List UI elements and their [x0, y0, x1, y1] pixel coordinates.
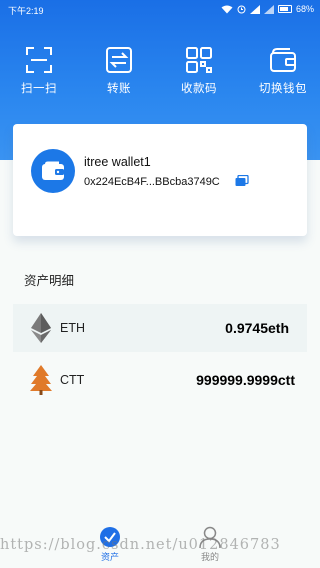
asset-symbol: CTT — [60, 373, 85, 387]
wallet-name: itree wallet1 — [84, 155, 151, 169]
battery-icon — [277, 5, 292, 13]
status-bar: 下午2:19 68% — [0, 0, 320, 20]
status-time: 下午2:19 — [8, 6, 44, 16]
switch-wallet-icon — [270, 48, 296, 72]
eth-icon — [31, 313, 51, 343]
qr-code-icon — [186, 47, 212, 73]
quick-actions: 扫一扫 转账 收款码 切换钱包 — [0, 46, 320, 102]
wallet-address: 0x224EcB4F...BBcba3749C — [84, 176, 220, 188]
asset-row-eth[interactable]: ETH 0.9745eth — [13, 304, 307, 352]
status-indicators: 68% — [221, 4, 314, 14]
receive-qr-button[interactable]: 收款码 — [164, 46, 234, 96]
transfer-label: 转账 — [107, 83, 131, 95]
asset-balance: 999999.9999ctt — [196, 372, 295, 388]
scan-button[interactable]: 扫一扫 — [4, 46, 74, 96]
asset-symbol: ETH — [60, 321, 85, 335]
switch-wallet-button[interactable]: 切换钱包 — [248, 46, 318, 96]
switch-wallet-label: 切换钱包 — [259, 83, 307, 95]
signal-icon-2 — [263, 4, 274, 14]
ctt-tree-icon — [30, 365, 52, 395]
wallet-avatar — [31, 149, 75, 193]
scan-label: 扫一扫 — [21, 83, 57, 95]
alarm-icon — [237, 5, 246, 13]
asset-row-ctt[interactable]: CTT 999999.9999ctt — [13, 356, 307, 404]
signal-icon — [249, 4, 260, 14]
transfer-button[interactable]: 转账 — [84, 46, 154, 96]
wifi-icon — [221, 5, 233, 13]
battery-percent: 68% — [295, 4, 314, 14]
receive-qr-label: 收款码 — [181, 83, 217, 95]
wallet-card[interactable]: itree wallet1 0x224EcB4F...BBcba3749C — [13, 124, 307, 236]
asset-details-title: 资产明细 — [24, 274, 75, 288]
watermark-url: https://blog.csdn.net/u012846783 — [0, 537, 281, 553]
asset-balance: 0.9745eth — [225, 320, 289, 336]
copy-address-icon[interactable] — [235, 175, 249, 187]
wallet-icon — [42, 161, 64, 180]
transfer-icon — [106, 47, 132, 73]
scan-icon — [26, 47, 52, 73]
